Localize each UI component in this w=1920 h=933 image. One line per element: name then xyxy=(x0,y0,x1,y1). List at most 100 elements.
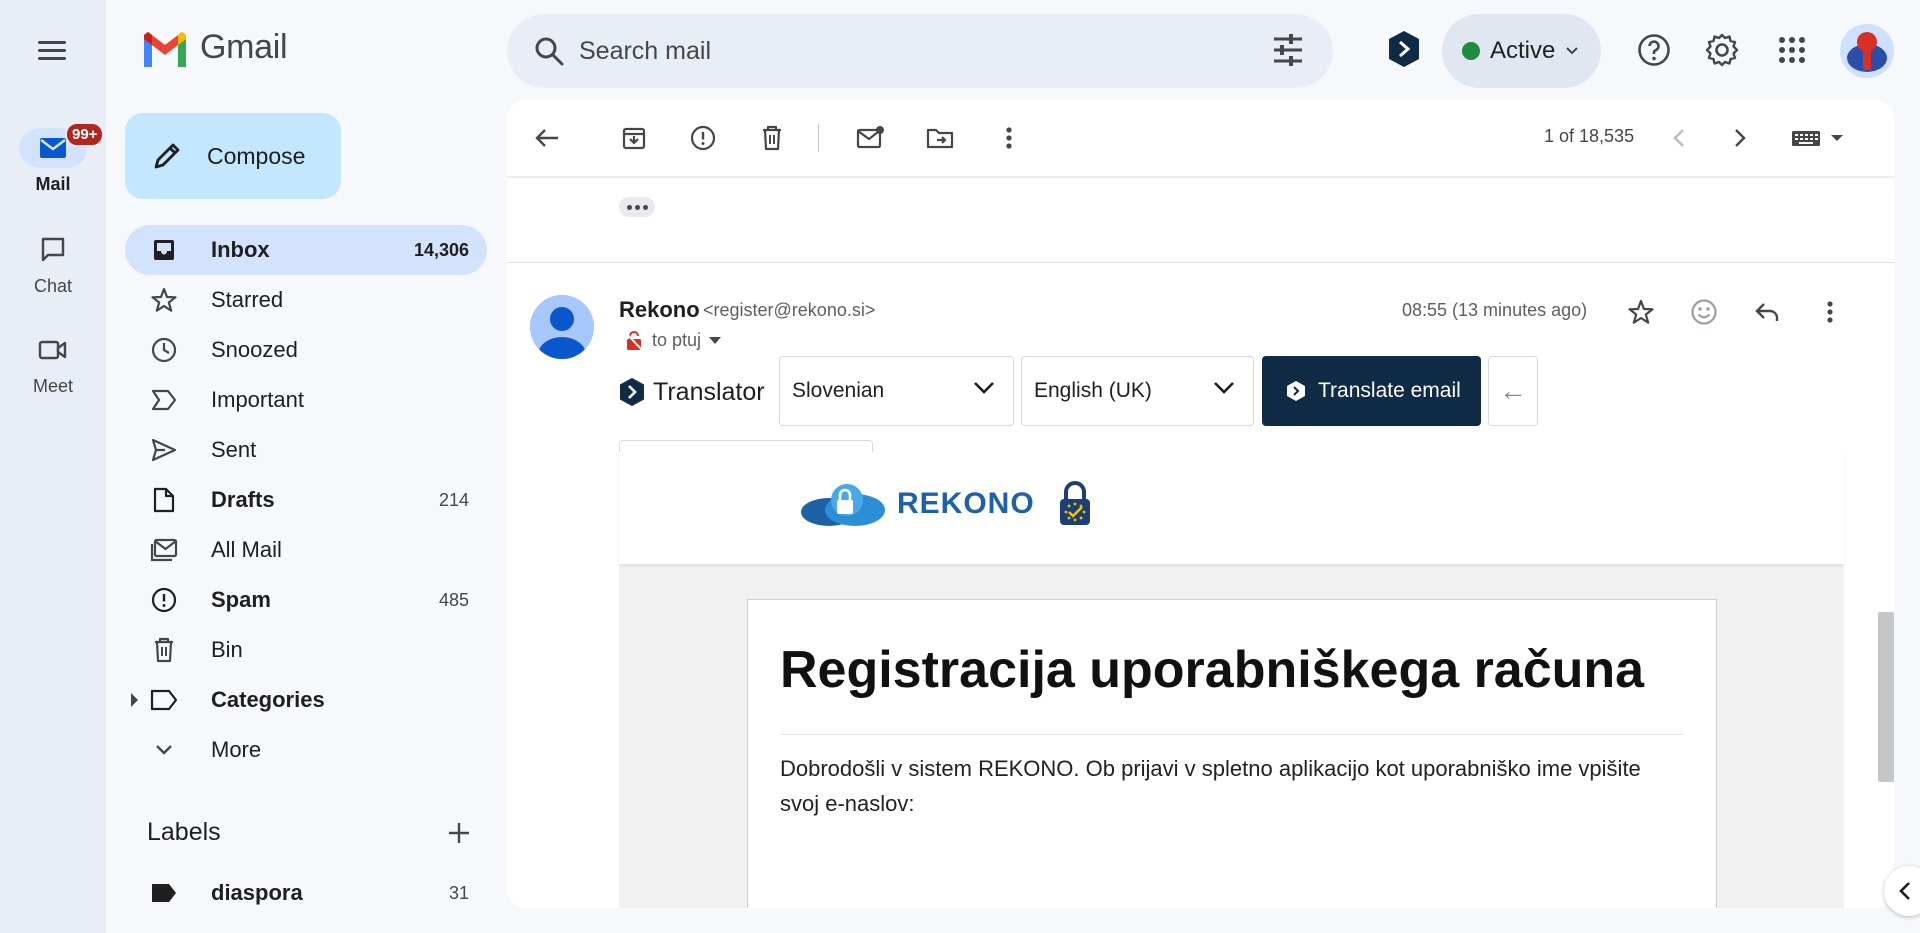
sender-avatar[interactable] xyxy=(530,295,594,359)
inbox-icon xyxy=(149,235,179,265)
nav-item-sent[interactable]: Sent xyxy=(125,425,487,475)
move-to-icon[interactable] xyxy=(920,118,960,158)
left-rail: 99+ Mail Chat Meet xyxy=(0,0,106,933)
nav-item-bin[interactable]: Bin xyxy=(125,625,487,675)
translator-bar: Translator Slovenian English (UK) Transl… xyxy=(619,356,1538,428)
deepl-logo-icon xyxy=(620,378,644,406)
compose-button[interactable]: Compose xyxy=(125,113,341,199)
expand-caret-icon[interactable] xyxy=(131,693,138,707)
labels-heading: Labels xyxy=(147,818,221,846)
newer-chevron-left-icon[interactable] xyxy=(1659,118,1699,158)
main-menu-icon[interactable] xyxy=(28,32,76,68)
gmail-m-icon xyxy=(144,31,186,67)
search-options-icon[interactable] xyxy=(1271,32,1305,73)
settings-gear-icon[interactable] xyxy=(1700,28,1744,72)
send-icon xyxy=(149,435,179,465)
source-language-select[interactable]: Slovenian xyxy=(779,356,1014,426)
gmail-logo[interactable]: Gmail xyxy=(140,28,288,67)
nav-item-inbox[interactable]: Inbox 14,306 xyxy=(125,225,487,275)
nav-count: 14,306 xyxy=(413,239,469,260)
sender-email: <register@rekono.si> xyxy=(703,300,876,320)
archive-icon[interactable] xyxy=(614,118,654,158)
nav-label: Bin xyxy=(211,637,243,662)
deepl-extension-icon[interactable] xyxy=(1387,30,1421,73)
nav-item-drafts[interactable]: Drafts 214 xyxy=(125,475,487,525)
star-message-icon[interactable] xyxy=(1621,292,1661,332)
chevron-down-icon xyxy=(1566,47,1579,55)
back-arrow-icon[interactable] xyxy=(527,118,567,158)
nav-label: Spam xyxy=(211,587,271,612)
apps-grid-icon[interactable] xyxy=(1770,28,1814,72)
rail-label-mail: Mail xyxy=(35,174,71,194)
nav-label: Starred xyxy=(211,287,284,312)
report-spam-icon[interactable] xyxy=(683,118,723,158)
nav-item-all-mail[interactable]: All Mail xyxy=(125,525,487,575)
message-scrollbar-thumb[interactable] xyxy=(1878,612,1894,782)
rail-item-chat[interactable]: Chat xyxy=(0,230,106,297)
nav-count: 214 xyxy=(438,489,469,510)
search-input[interactable] xyxy=(579,36,1239,66)
search-bar[interactable] xyxy=(507,14,1333,88)
trash-icon xyxy=(149,635,179,665)
label-count: 31 xyxy=(448,882,469,903)
label-filled-icon xyxy=(149,882,179,904)
target-language-select[interactable]: English (UK) xyxy=(1021,356,1254,426)
translator-label: Translator xyxy=(653,377,765,406)
clock-icon xyxy=(149,335,179,365)
star-icon xyxy=(149,285,179,315)
spam-report-icon xyxy=(149,585,179,615)
reply-icon[interactable] xyxy=(1747,292,1787,332)
delete-trash-icon[interactable] xyxy=(752,118,792,158)
nav-item-important[interactable]: Important xyxy=(125,375,487,425)
rail-item-mail[interactable]: 99+ Mail xyxy=(0,122,106,195)
nav-label: All Mail xyxy=(211,537,282,562)
input-tools-keyboard-icon[interactable] xyxy=(1784,118,1854,158)
mark-unread-icon[interactable] xyxy=(851,118,891,158)
translate-email-button[interactable]: Translate email xyxy=(1262,356,1481,426)
more-options-icon[interactable] xyxy=(989,118,1029,158)
nav-label: Inbox xyxy=(211,237,270,262)
message-pager: 1 of 18,535 xyxy=(1544,126,1635,146)
nav-item-snoozed[interactable]: Snoozed xyxy=(125,325,487,375)
account-avatar[interactable] xyxy=(1840,24,1894,78)
deepl-logo-icon xyxy=(1287,381,1305,401)
email-card: Registracija uporabniškega računa Dobrod… xyxy=(747,599,1717,908)
help-icon[interactable] xyxy=(1632,28,1676,72)
folder-nav: Inbox 14,306 Starred Snoozed Important S… xyxy=(125,225,487,775)
gmail-wordmark: Gmail xyxy=(200,28,288,66)
nav-item-starred[interactable]: Starred xyxy=(125,275,487,325)
status-selector[interactable]: Active xyxy=(1442,14,1601,88)
nav-item-categories[interactable]: Categories xyxy=(125,675,487,725)
recipient-line[interactable]: to ptuj xyxy=(624,330,722,351)
target-language-value: English (UK) xyxy=(1034,379,1152,402)
side-panel-toggle-chevron-icon[interactable] xyxy=(1884,866,1920,916)
status-label: Active xyxy=(1490,37,1556,64)
search-icon[interactable] xyxy=(529,31,569,71)
rekono-logo: REKONO xyxy=(799,480,1093,528)
revert-translation-button[interactable]: ← xyxy=(1488,356,1538,426)
cloud-lock-icon xyxy=(801,484,885,526)
nav-label: Categories xyxy=(211,687,325,712)
rail-item-meet[interactable]: Meet xyxy=(0,330,106,397)
label-item-diaspora[interactable]: diaspora 31 xyxy=(125,868,487,918)
video-camera-icon xyxy=(19,330,87,370)
email-paragraph: Dobrodošli v sistem REKONO. Ob prijavi v… xyxy=(780,756,1641,816)
message-toolbar: 1 of 18,535 xyxy=(507,100,1894,176)
nav-item-more[interactable]: More xyxy=(125,725,487,775)
compose-label: Compose xyxy=(207,142,306,169)
nav-label: Snoozed xyxy=(211,337,298,362)
chevron-down-icon xyxy=(1214,382,1234,394)
nav-item-spam[interactable]: Spam 485 xyxy=(125,575,487,625)
add-label-icon[interactable] xyxy=(446,820,472,851)
chevron-down-icon xyxy=(974,382,994,394)
status-dot xyxy=(1462,42,1480,60)
label-name: diaspora xyxy=(211,880,303,905)
show-trimmed-content-button[interactable] xyxy=(619,197,655,217)
message-more-options-icon[interactable] xyxy=(1810,292,1850,332)
add-reaction-emoji-icon[interactable] xyxy=(1684,292,1724,332)
rail-label-meet: Meet xyxy=(32,376,74,396)
sender-name[interactable]: Rekono xyxy=(619,297,700,323)
email-brand-header: REKONO xyxy=(619,452,1844,564)
older-chevron-right-icon[interactable] xyxy=(1720,118,1760,158)
translate-email-label: Translate email xyxy=(1318,379,1461,402)
